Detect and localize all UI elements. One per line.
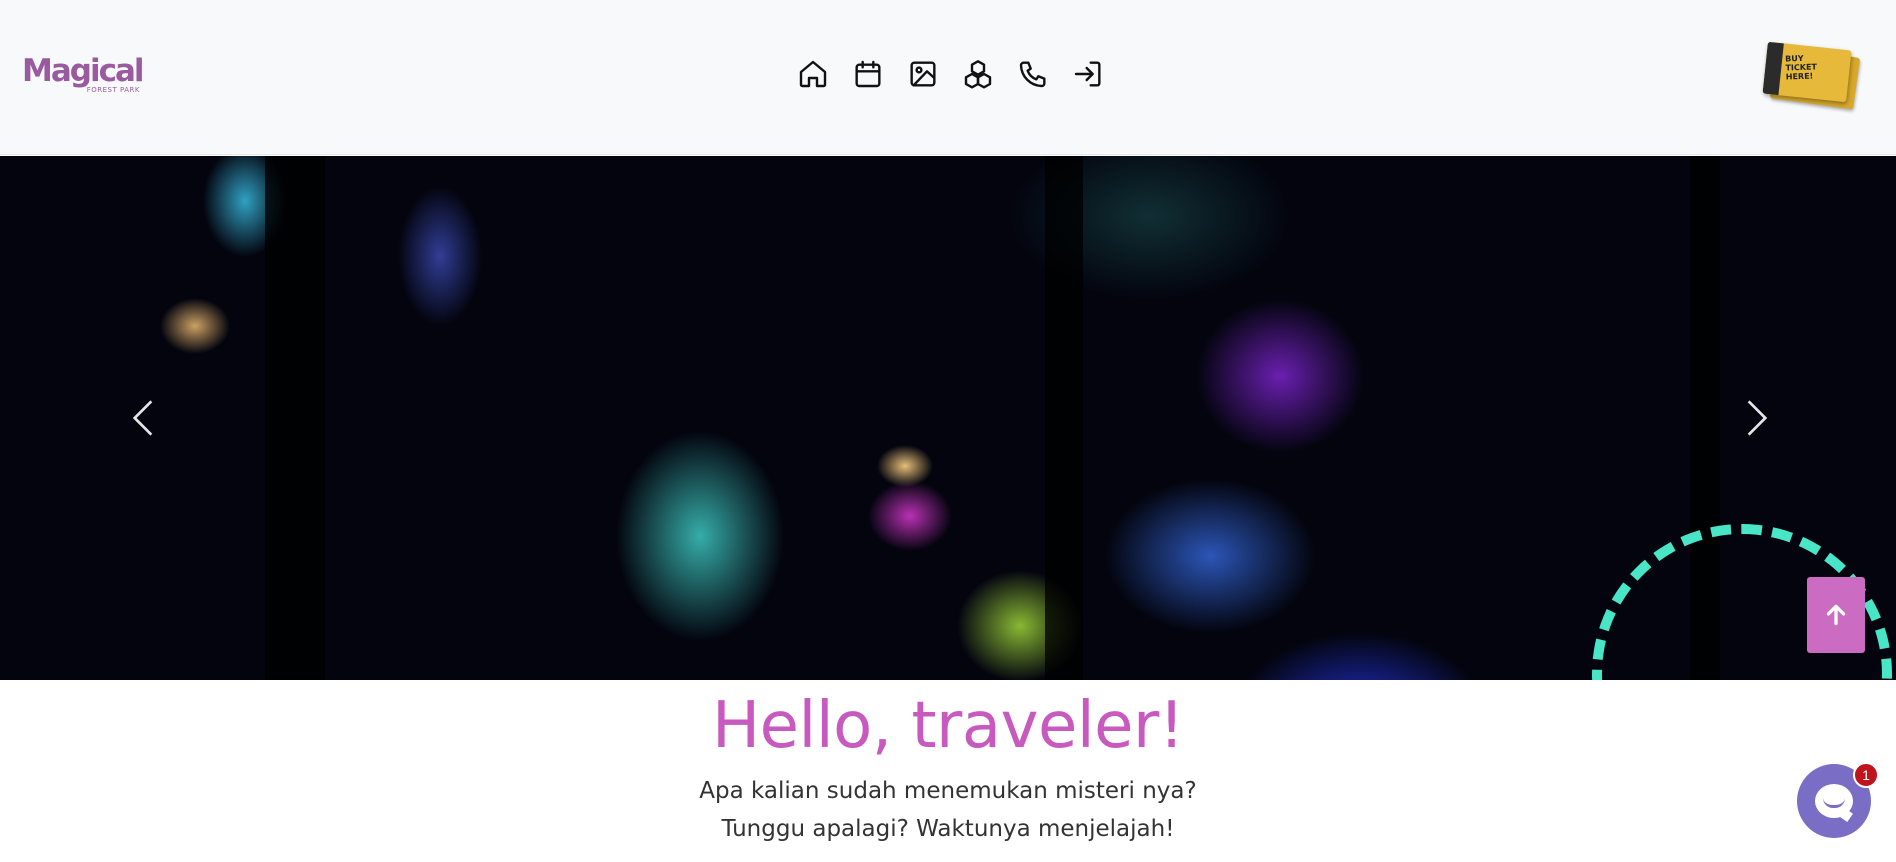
site-header: Magical FOREST PARK BUY TICKET HERE! xyxy=(0,0,1896,155)
chat-widget-button[interactable]: 1 xyxy=(1797,762,1879,838)
ticket-card: BUY TICKET HERE! xyxy=(1762,41,1852,103)
greeting-section: Hello, traveler! Apa kalian sudah menemu… xyxy=(0,680,1896,848)
nav-contact-button[interactable] xyxy=(1017,56,1049,92)
calendar-icon xyxy=(855,60,881,88)
nav-calendar-button[interactable] xyxy=(852,56,884,92)
scroll-to-top-button[interactable] xyxy=(1807,577,1865,653)
sign-in-icon xyxy=(1074,61,1101,87)
site-logo[interactable]: Magical FOREST PARK xyxy=(22,53,145,98)
logo-title: Magical xyxy=(22,53,145,89)
carousel-prev-button[interactable] xyxy=(119,394,167,442)
page-heading: Hello, traveler! xyxy=(712,689,1184,763)
intro-line-2: Tunggu apalagi? Waktunya menjelajah! xyxy=(721,816,1175,842)
cubes-icon xyxy=(964,60,992,89)
ticket-label: BUY TICKET HERE! xyxy=(1785,53,1818,82)
nav-login-button[interactable] xyxy=(1072,56,1104,92)
image-icon xyxy=(910,61,936,87)
hero-tree-trunk xyxy=(265,156,325,680)
home-icon xyxy=(799,60,827,88)
nav-attractions-button[interactable] xyxy=(962,56,994,92)
hero-carousel xyxy=(0,156,1896,680)
nav-gallery-button[interactable] xyxy=(907,56,939,92)
arrow-up-icon xyxy=(1826,604,1846,626)
intro-line-1: Apa kalian sudah menemukan misteri nya? xyxy=(699,778,1197,804)
buy-ticket-button[interactable]: BUY TICKET HERE! xyxy=(1762,41,1861,110)
phone-icon xyxy=(1019,61,1046,88)
carousel-next-button[interactable] xyxy=(1733,394,1781,442)
hero-tree-trunk xyxy=(1045,156,1083,680)
ticket-stub xyxy=(1762,41,1784,96)
logo-subtitle: FOREST PARK xyxy=(86,86,140,94)
chat-notification-badge: 1 xyxy=(1853,762,1879,788)
chevron-left-icon xyxy=(132,400,153,436)
chevron-right-icon xyxy=(1747,400,1768,436)
nav-home-button[interactable] xyxy=(797,56,829,92)
main-nav xyxy=(797,56,1104,92)
